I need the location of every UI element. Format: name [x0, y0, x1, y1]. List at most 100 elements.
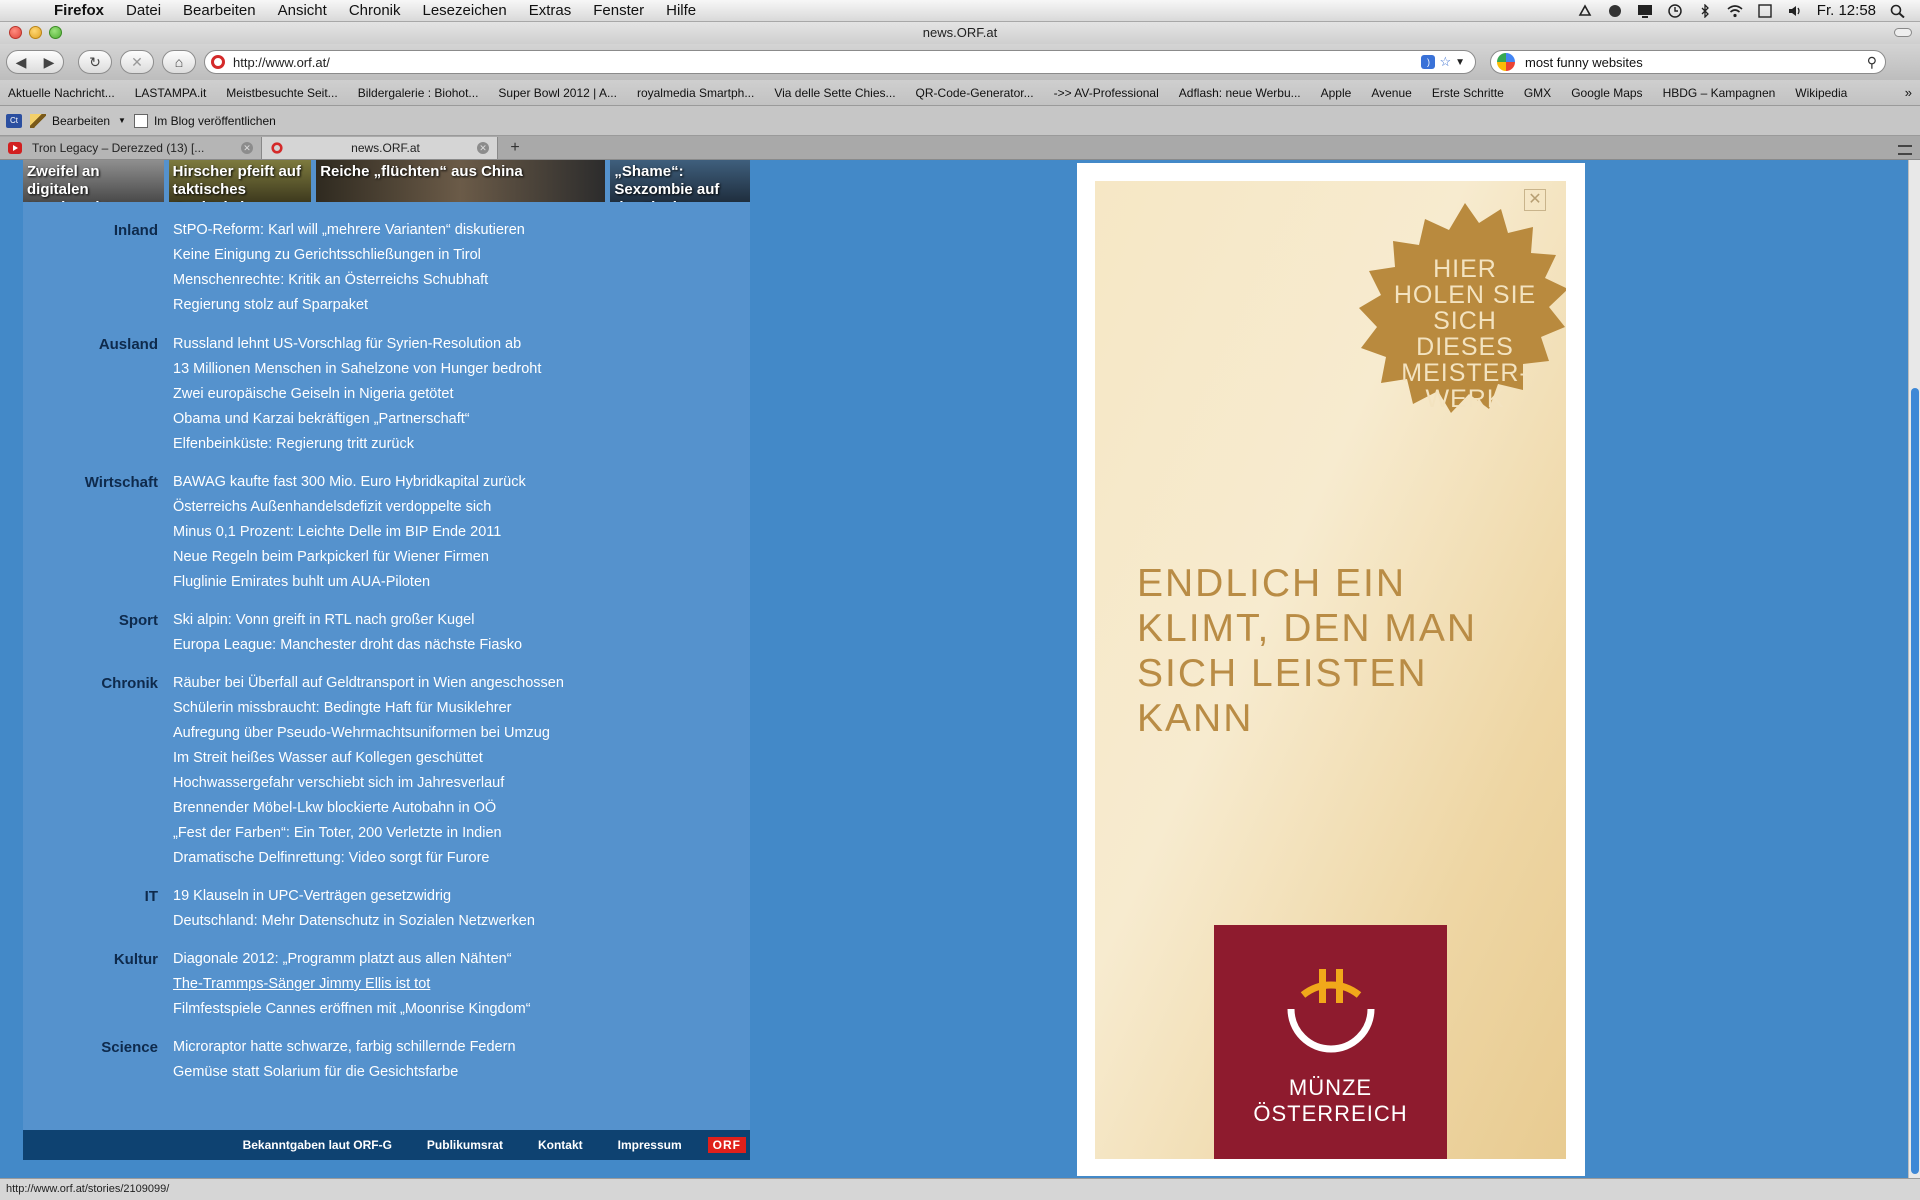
menu-lesezeichen[interactable]: Lesezeichen — [412, 2, 518, 19]
bookmark-item[interactable]: Avenue — [1371, 86, 1411, 100]
blog-publish-button[interactable]: Im Blog veröffentlichen — [154, 114, 276, 128]
section-label[interactable]: IT — [23, 888, 158, 905]
rss-feed-icon[interactable]: ) — [1421, 55, 1436, 69]
menu-extras[interactable]: Extras — [518, 2, 583, 19]
bookmark-item[interactable]: Apple — [1321, 86, 1352, 100]
scrollbar-thumb[interactable] — [1911, 388, 1919, 1174]
footer-link-impressum[interactable]: Impressum — [618, 1138, 682, 1152]
home-button[interactable]: ⌂ — [162, 50, 196, 74]
tab-news-orf[interactable]: news.ORF.at ✕ — [262, 137, 498, 159]
ad-banner[interactable]: ✕ HIER HOLEN SIE SICH DIESES MEISTER- WE… — [1095, 181, 1566, 1159]
section-label[interactable]: Chronik — [23, 675, 158, 692]
news-link[interactable]: Keine Einigung zu Gerichtsschließungen i… — [173, 243, 525, 268]
news-link[interactable]: Europa League: Manchester droht das näch… — [173, 633, 522, 658]
news-link[interactable]: Menschenrechte: Kritik an Österreichs Sc… — [173, 268, 525, 293]
news-link[interactable]: Filmfestspiele Cannes eröffnen mit „Moon… — [173, 997, 531, 1022]
window-close-button[interactable] — [9, 26, 22, 39]
news-link[interactable]: Elfenbeinküste: Regierung tritt zurück — [173, 432, 541, 457]
menu-bearbeiten[interactable]: Bearbeiten — [172, 2, 267, 19]
news-link[interactable]: Obama und Karzai bekräftigen „Partnersch… — [173, 407, 541, 432]
toolbar-toggle-button[interactable] — [1894, 28, 1912, 37]
news-link[interactable]: Ski alpin: Vonn greift in RTL nach große… — [173, 608, 522, 633]
back-arrow-icon[interactable]: ◀ — [16, 54, 27, 71]
news-link[interactable]: Brennender Möbel-Lkw blockierte Autobahn… — [173, 796, 564, 821]
footer-link-publikumsrat[interactable]: Publikumsrat — [427, 1138, 503, 1152]
vertical-scrollbar[interactable] — [1908, 160, 1920, 1178]
bookmarks-overflow-icon[interactable]: » — [1905, 85, 1912, 100]
news-link[interactable]: StPO-Reform: Karl will „mehrere Variante… — [173, 218, 525, 243]
bookmark-item[interactable]: royalmedia Smartph... — [637, 86, 754, 100]
extension-icon[interactable] — [1607, 4, 1623, 18]
blog-extension-icon[interactable]: Ct — [6, 113, 22, 128]
dropdown-arrow-icon[interactable]: ▼ — [118, 116, 126, 125]
volume-icon[interactable] — [1787, 4, 1803, 18]
news-link[interactable]: Gemüse statt Solarium für die Gesichtsfa… — [173, 1060, 516, 1085]
news-link[interactable]: Räuber bei Überfall auf Geldtransport in… — [173, 671, 564, 696]
news-link-hovered[interactable]: The-Trammps-Sänger Jimmy Ellis ist tot — [173, 972, 531, 997]
news-link[interactable]: Im Streit heißes Wasser auf Kollegen ges… — [173, 746, 564, 771]
section-label[interactable]: Kultur — [23, 951, 158, 968]
search-bar[interactable]: most funny websites ⚲ — [1490, 50, 1886, 74]
menu-ansicht[interactable]: Ansicht — [267, 2, 338, 19]
input-menu-icon[interactable] — [1757, 3, 1773, 18]
new-tab-button[interactable]: + — [502, 137, 528, 159]
bookmark-item[interactable]: GMX — [1524, 86, 1551, 100]
bookmark-item[interactable]: Google Maps — [1571, 86, 1642, 100]
news-link[interactable]: 13 Millionen Menschen in Sahelzone von H… — [173, 357, 541, 382]
bookmark-item[interactable]: Adflash: neue Werbu... — [1179, 86, 1301, 100]
menu-hilfe[interactable]: Hilfe — [655, 2, 707, 19]
footer-link-kontakt[interactable]: Kontakt — [538, 1138, 583, 1152]
news-link[interactable]: Fluglinie Emirates buhlt um AUA-Piloten — [173, 570, 526, 595]
news-link[interactable]: Minus 0,1 Prozent: Leichte Delle im BIP … — [173, 520, 526, 545]
teaser-item[interactable]: Zweifel an digitalen Krankenakten — [23, 160, 164, 202]
blog-edit-button[interactable]: Bearbeiten — [52, 114, 110, 128]
news-link[interactable]: Hochwassergefahr verschiebt sich im Jahr… — [173, 771, 564, 796]
url-dropdown-icon[interactable]: ▼ — [1455, 57, 1465, 68]
bookmark-star-icon[interactable]: ☆ — [1439, 54, 1451, 70]
window-minimize-button[interactable] — [29, 26, 42, 39]
news-link[interactable]: Deutschland: Mehr Datenschutz in Soziale… — [173, 909, 535, 934]
section-label[interactable]: Sport — [23, 612, 158, 629]
section-label[interactable]: Wirtschaft — [23, 474, 158, 491]
bookmark-item[interactable]: Via delle Sette Chies... — [774, 86, 895, 100]
news-link[interactable]: Aufregung über Pseudo-Wehrmachtsuniforme… — [173, 721, 564, 746]
forward-arrow-icon[interactable]: ▶ — [44, 54, 55, 71]
bookmark-item[interactable]: Super Bowl 2012 | A... — [498, 86, 617, 100]
menubar-clock[interactable]: Fr. 12:58 — [1817, 2, 1876, 19]
menu-chronik[interactable]: Chronik — [338, 2, 412, 19]
news-link[interactable]: Diagonale 2012: „Programm platzt aus all… — [173, 947, 531, 972]
bookmark-item[interactable]: LASTAMPA.it — [135, 86, 207, 100]
menu-app-firefox[interactable]: Firefox — [54, 2, 115, 19]
search-magnifier-icon[interactable]: ⚲ — [1867, 54, 1877, 71]
news-link[interactable]: Microraptor hatte schwarze, farbig schil… — [173, 1035, 516, 1060]
news-link[interactable]: Zwei europäische Geiseln in Nigeria getö… — [173, 382, 541, 407]
spotlight-search-icon[interactable] — [1890, 4, 1906, 18]
news-link[interactable]: Österreichs Außenhandelsdefizit verdoppe… — [173, 495, 526, 520]
reload-button[interactable]: ↻ — [78, 50, 112, 74]
footer-link-bekanntgaben[interactable]: Bekanntgaben laut ORF-G — [243, 1138, 392, 1152]
bluetooth-icon[interactable] — [1697, 3, 1713, 18]
tab-close-icon[interactable]: ✕ — [477, 142, 489, 154]
sync-icon[interactable] — [1577, 3, 1593, 18]
bookmark-item[interactable]: Aktuelle Nachricht... — [8, 86, 115, 100]
teaser-item[interactable]: Hirscher pfeift auf taktisches Geplänkel — [168, 160, 312, 202]
news-link[interactable]: Schülerin missbraucht: Bedingte Haft für… — [173, 696, 564, 721]
wifi-icon[interactable] — [1727, 4, 1743, 18]
section-label[interactable]: Ausland — [23, 336, 158, 353]
news-link[interactable]: Dramatische Delfinrettung: Video sorgt f… — [173, 846, 564, 871]
list-all-tabs-icon[interactable] — [1898, 145, 1912, 155]
teaser-item[interactable]: „Shame“: Sexzombie auf der Flucht — [610, 160, 750, 202]
window-zoom-button[interactable] — [49, 26, 62, 39]
bookmark-item[interactable]: QR-Code-Generator... — [916, 86, 1034, 100]
menu-fenster[interactable]: Fenster — [582, 2, 655, 19]
section-label[interactable]: Science — [23, 1039, 158, 1056]
tab-tron-legacy[interactable]: Tron Legacy – Derezzed (13) [... ✕ — [0, 137, 262, 159]
time-machine-icon[interactable] — [1667, 3, 1683, 18]
bookmark-item[interactable]: Meistbesuchte Seit... — [226, 86, 337, 100]
menu-datei[interactable]: Datei — [115, 2, 172, 19]
orf-logo[interactable]: ORF — [707, 1137, 746, 1153]
news-link[interactable]: Russland lehnt US-Vorschlag für Syrien-R… — [173, 332, 541, 357]
bookmark-item[interactable]: ->> AV-Professional — [1054, 86, 1159, 100]
news-link[interactable]: 19 Klauseln in UPC-Verträgen gesetzwidri… — [173, 884, 535, 909]
bookmark-item[interactable]: Wikipedia — [1795, 86, 1847, 100]
